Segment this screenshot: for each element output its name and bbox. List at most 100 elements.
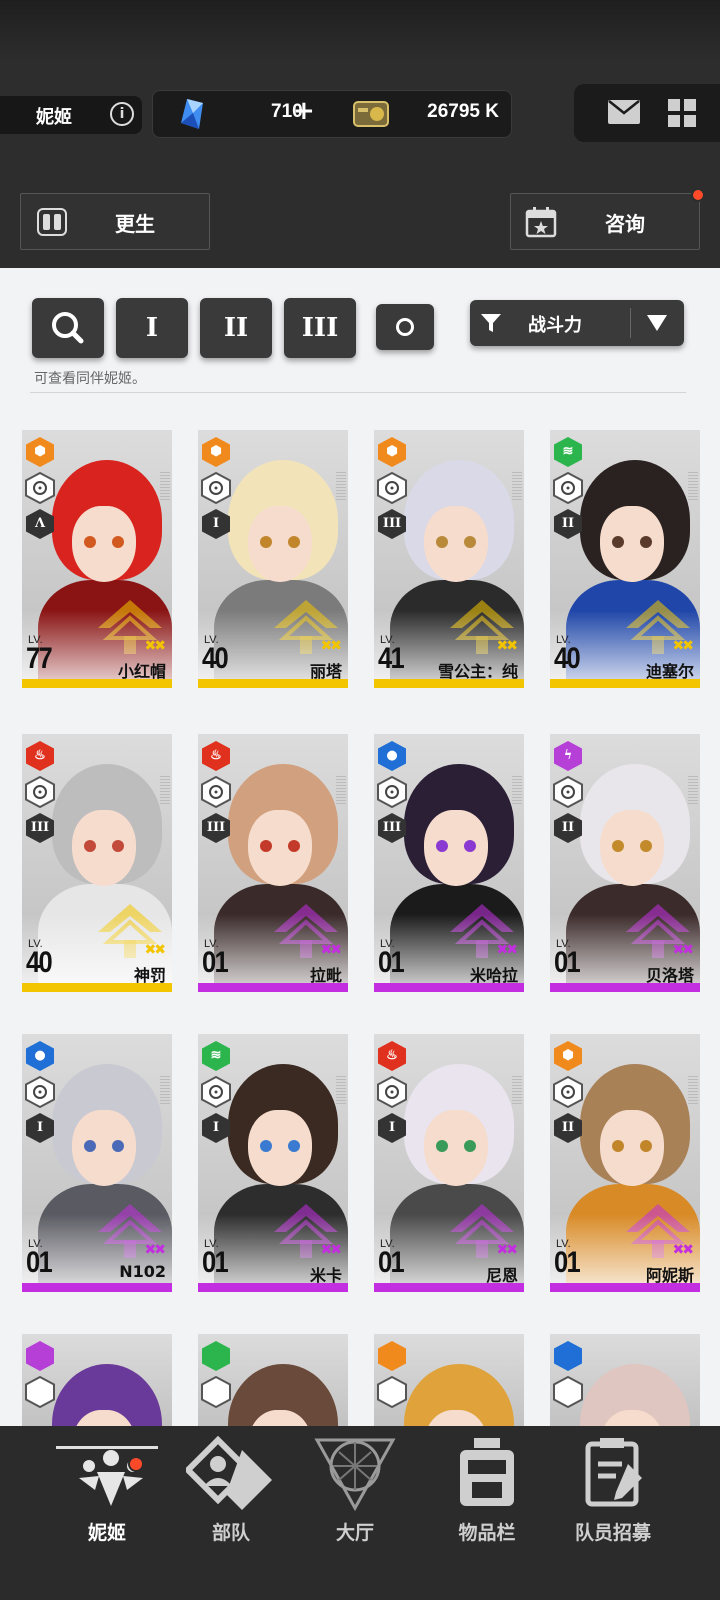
character-card[interactable]: ⬢ II ✖✖ LV. 01 阿妮斯 xyxy=(550,1014,700,1296)
portrait-eye xyxy=(84,536,96,548)
card-badges xyxy=(200,1340,234,1412)
card-badges: ≋ II xyxy=(552,436,586,544)
rarity-bar xyxy=(550,679,700,688)
character-card[interactable] xyxy=(374,1314,524,1426)
rarity-bar xyxy=(374,983,524,992)
barcode-icon xyxy=(512,472,522,502)
character-card[interactable] xyxy=(22,1314,172,1426)
portrait-face xyxy=(600,810,664,886)
gem-icon xyxy=(181,99,203,129)
element-badge xyxy=(24,1340,56,1372)
character-card[interactable] xyxy=(550,1314,700,1426)
portrait-eye xyxy=(464,1140,476,1152)
card-badges: ⬢ I xyxy=(200,436,234,544)
filter-burst-1-button[interactable]: I xyxy=(116,298,188,358)
portrait-eye xyxy=(288,536,300,548)
weapon-badge xyxy=(200,1376,232,1408)
character-card[interactable]: ≋ I ✖✖ LV. 01 米卡 xyxy=(198,1014,348,1296)
character-card[interactable]: ϟ II ✖✖ LV. 01 贝洛塔 xyxy=(550,714,700,996)
character-card[interactable]: ⬢ III ✖✖ LV. 41 雪公主：纯 xyxy=(374,410,524,692)
portrait-face xyxy=(424,506,488,582)
portrait-eye xyxy=(260,1140,272,1152)
character-card[interactable]: ● III ✖✖ LV. 01 米哈拉 xyxy=(374,714,524,996)
add-gems-button[interactable]: + xyxy=(293,96,315,126)
core-element-icon: ⬢ xyxy=(34,444,46,459)
burst-badge: III xyxy=(376,508,408,540)
star-rating: ✖✖ xyxy=(496,638,519,654)
nav-recruit-label: 队员招募 xyxy=(574,1522,651,1544)
element-badge: ≋ xyxy=(552,436,584,468)
nav-squad[interactable]: 部队 xyxy=(166,1426,296,1600)
burst-tier-label: II xyxy=(561,1120,575,1135)
weapon-badge xyxy=(24,776,56,808)
portrait-eye xyxy=(260,840,272,852)
burst-3-label: III xyxy=(301,313,339,343)
card-badges xyxy=(552,1340,586,1412)
portrait-face xyxy=(72,506,136,582)
filter-burst-3-button[interactable]: III xyxy=(284,298,356,358)
nav-lobby[interactable]: 大厅 xyxy=(290,1426,420,1600)
portrait-face xyxy=(248,506,312,582)
portrait-eye xyxy=(640,536,652,548)
card-badges: ♨ III xyxy=(24,740,58,848)
bottom-nav: 妮姬 部队 大厅 物品栏 队员招募 xyxy=(0,1426,720,1600)
consult-button[interactable]: 咨询 xyxy=(510,188,705,250)
element-badge xyxy=(376,1340,408,1372)
portrait-eye xyxy=(112,840,124,852)
character-card[interactable]: ♨ III ✖✖ LV. 40 神罚 xyxy=(22,714,172,996)
search-button[interactable] xyxy=(32,298,104,358)
nav-inventory[interactable]: 物品栏 xyxy=(422,1426,552,1600)
character-card[interactable]: ≋ II ✖✖ LV. 40 迪塞尔 xyxy=(550,410,700,692)
character-card[interactable]: ♨ III ✖✖ LV. 01 拉毗 xyxy=(198,714,348,996)
chevron-down-icon[interactable] xyxy=(646,314,668,332)
rebirth-button[interactable]: 更生 xyxy=(20,193,210,250)
burst-badge: III xyxy=(24,812,56,844)
mail-icon[interactable] xyxy=(608,100,640,124)
player-name: 妮姬 xyxy=(36,107,72,128)
element-badge: ● xyxy=(24,1040,56,1072)
weapon-badge xyxy=(376,472,408,504)
nav-nikke[interactable]: 妮姬 xyxy=(42,1426,172,1600)
portrait-eye xyxy=(288,1140,300,1152)
barcode-icon xyxy=(336,1076,346,1106)
burst-tier-label: I xyxy=(212,1120,220,1135)
element-badge: ♨ xyxy=(376,1040,408,1072)
menu-grid-icon[interactable] xyxy=(668,99,696,127)
portrait-eye xyxy=(112,1140,124,1152)
portrait-eye xyxy=(612,840,624,852)
level-value: 01 xyxy=(554,946,581,979)
level-value: 40 xyxy=(554,642,581,675)
filter-burst-2-button[interactable]: II xyxy=(200,298,272,358)
nav-nikke-label: 妮姬 xyxy=(87,1522,126,1544)
rarity-bar xyxy=(198,679,348,688)
burst-tier-label: I xyxy=(36,1120,44,1135)
rarity-bar xyxy=(550,983,700,992)
element-badge: ≋ xyxy=(200,1040,232,1072)
sort-dropdown[interactable]: 战斗力 xyxy=(470,300,684,346)
character-card[interactable]: ⬢ Λ ✖✖ LV. 77 小红帽 xyxy=(22,410,172,692)
level-value: 01 xyxy=(202,1246,229,1279)
character-card[interactable]: ● I ✖✖ LV. 01 N102 xyxy=(22,1014,172,1296)
card-badges: ⬢ Λ xyxy=(24,436,58,544)
character-card[interactable] xyxy=(198,1314,348,1426)
search-icon xyxy=(52,312,84,344)
rarity-bar xyxy=(374,1283,524,1292)
wind-element-icon: ≋ xyxy=(562,444,574,459)
card-badges: ⬢ II xyxy=(552,1040,586,1148)
nav-recruit[interactable]: 队员招募 xyxy=(548,1426,678,1600)
character-card[interactable]: ♨ I ✖✖ LV. 01 尼恩 xyxy=(374,1014,524,1296)
star-rating: ✖✖ xyxy=(320,638,343,654)
burst-tier-label: I xyxy=(212,516,220,531)
credit-icon xyxy=(353,101,389,127)
character-card[interactable]: ⬢ I ✖✖ LV. 40 丽塔 xyxy=(198,410,348,692)
rarity-bar xyxy=(22,983,172,992)
burst-badge: III xyxy=(376,812,408,844)
nav-lobby-label: 大厅 xyxy=(335,1522,374,1544)
star-rating: ✖✖ xyxy=(496,942,519,958)
weapon-badge xyxy=(24,472,56,504)
info-icon[interactable]: i xyxy=(110,102,134,126)
filter-all-button[interactable] xyxy=(376,304,434,350)
card-badges xyxy=(24,1340,58,1412)
player-name-tag[interactable]: 妮姬 i xyxy=(0,96,142,134)
rarity-bar xyxy=(374,679,524,688)
